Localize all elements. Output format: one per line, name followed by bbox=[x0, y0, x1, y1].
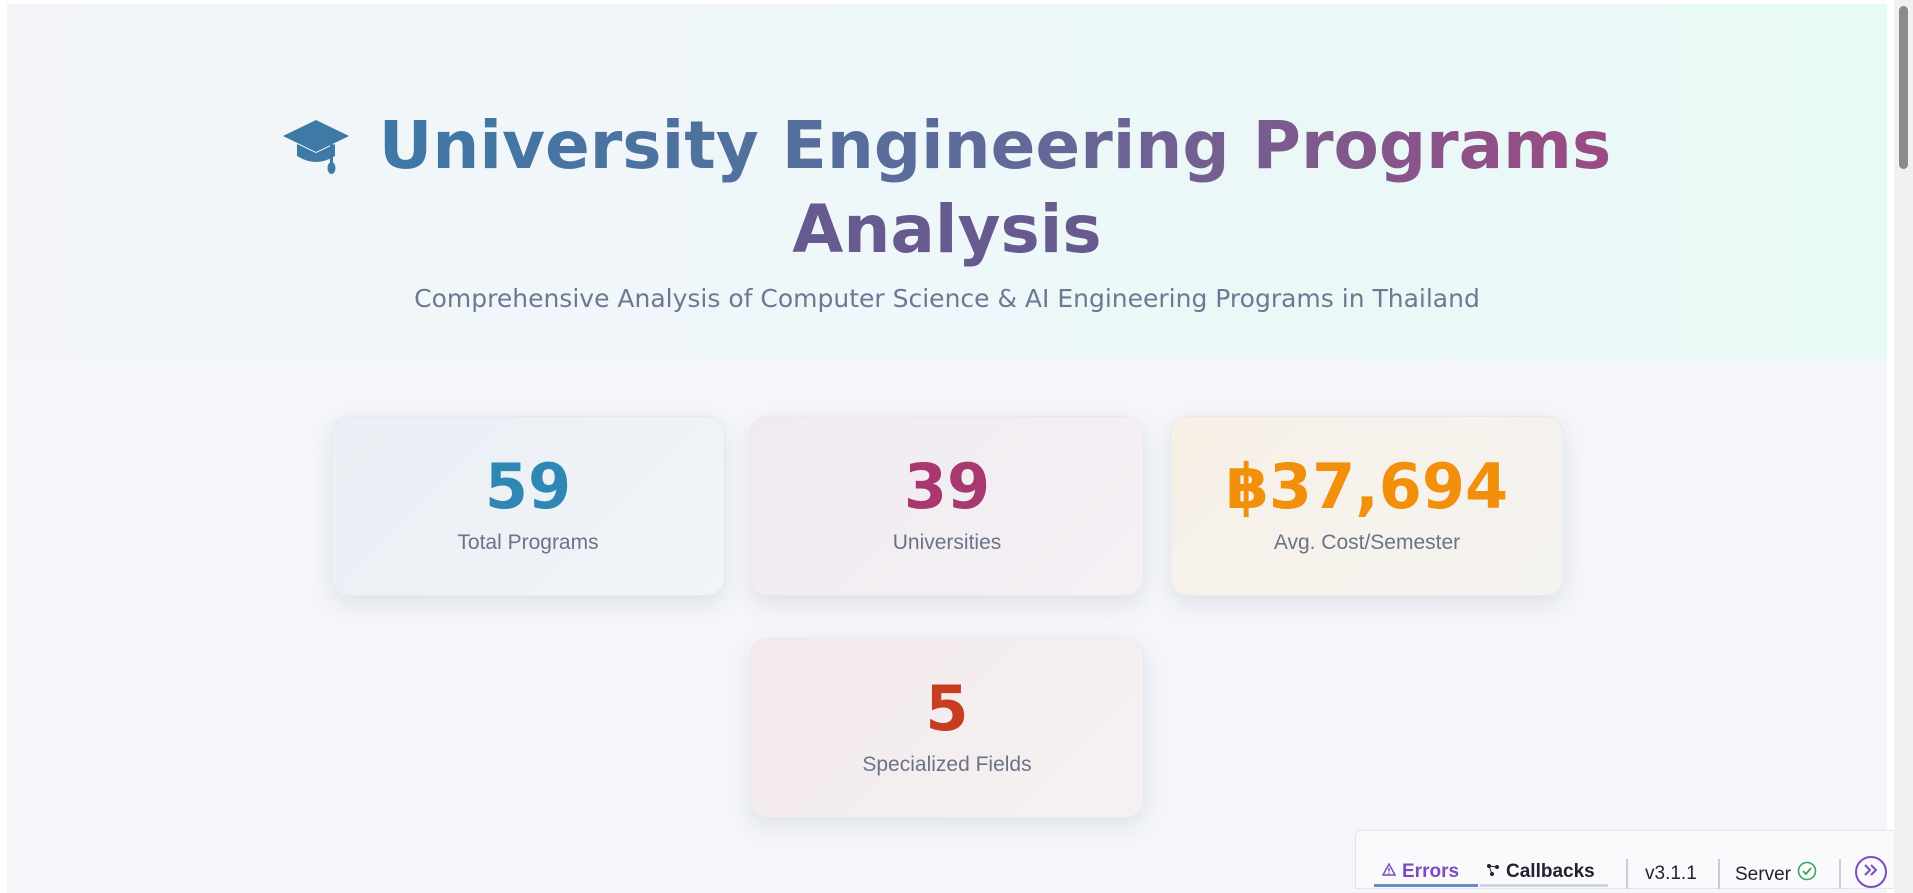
stat-value: 39 bbox=[903, 450, 991, 523]
double-chevron-right-icon bbox=[1863, 863, 1879, 882]
vertical-scrollbar[interactable] bbox=[1894, 0, 1913, 893]
hero-header: University Engineering Programs Analysis… bbox=[7, 4, 1887, 359]
app-page: University Engineering Programs Analysis… bbox=[7, 4, 1887, 893]
page-title-line2: Analysis bbox=[792, 191, 1102, 268]
stat-label: Avg. Cost/Semester bbox=[1273, 531, 1461, 554]
stat-value: ฿37,694 bbox=[1225, 450, 1509, 523]
stat-card-total-programs: 59 Total Programs bbox=[331, 416, 725, 596]
dash-devtools-bar: Errors Callbacks v3.1.1 Server bbox=[1355, 830, 1900, 889]
divider bbox=[1718, 859, 1720, 889]
version-label: v3.1.1 bbox=[1645, 863, 1697, 884]
page-title: University Engineering Programs Analysis bbox=[7, 104, 1887, 272]
page-title-line1: University Engineering Programs bbox=[379, 104, 1611, 188]
stat-label: Universities bbox=[892, 531, 1002, 554]
divider bbox=[1839, 859, 1841, 889]
scrollbar-thumb[interactable] bbox=[1899, 6, 1908, 169]
stat-card-universities: 39 Universities bbox=[750, 416, 1144, 596]
stat-value: 59 bbox=[484, 450, 572, 523]
page-subtitle: Comprehensive Analysis of Computer Scien… bbox=[414, 284, 1480, 313]
collapse-devtools-button[interactable] bbox=[1855, 856, 1887, 888]
stat-value: 5 bbox=[925, 672, 969, 745]
stat-card-specialized-fields: 5 Specialized Fields bbox=[750, 638, 1144, 818]
errors-tab[interactable]: Errors bbox=[1374, 859, 1478, 887]
callback-graph-icon bbox=[1486, 859, 1500, 885]
callbacks-tab-label: Callbacks bbox=[1506, 860, 1595, 882]
server-label: Server bbox=[1735, 864, 1791, 885]
errors-tab-label: Errors bbox=[1402, 860, 1460, 882]
stat-label: Total Programs bbox=[457, 531, 599, 554]
warning-icon bbox=[1381, 859, 1397, 885]
stat-card-avg-cost: ฿37,694 Avg. Cost/Semester bbox=[1170, 416, 1564, 596]
server-status[interactable]: Server bbox=[1735, 861, 1817, 889]
check-circle-icon bbox=[1797, 861, 1817, 889]
divider bbox=[1626, 859, 1628, 889]
stat-label: Specialized Fields bbox=[862, 753, 1032, 776]
graduation-cap-icon bbox=[282, 114, 349, 174]
callbacks-tab[interactable]: Callbacks bbox=[1480, 859, 1608, 887]
